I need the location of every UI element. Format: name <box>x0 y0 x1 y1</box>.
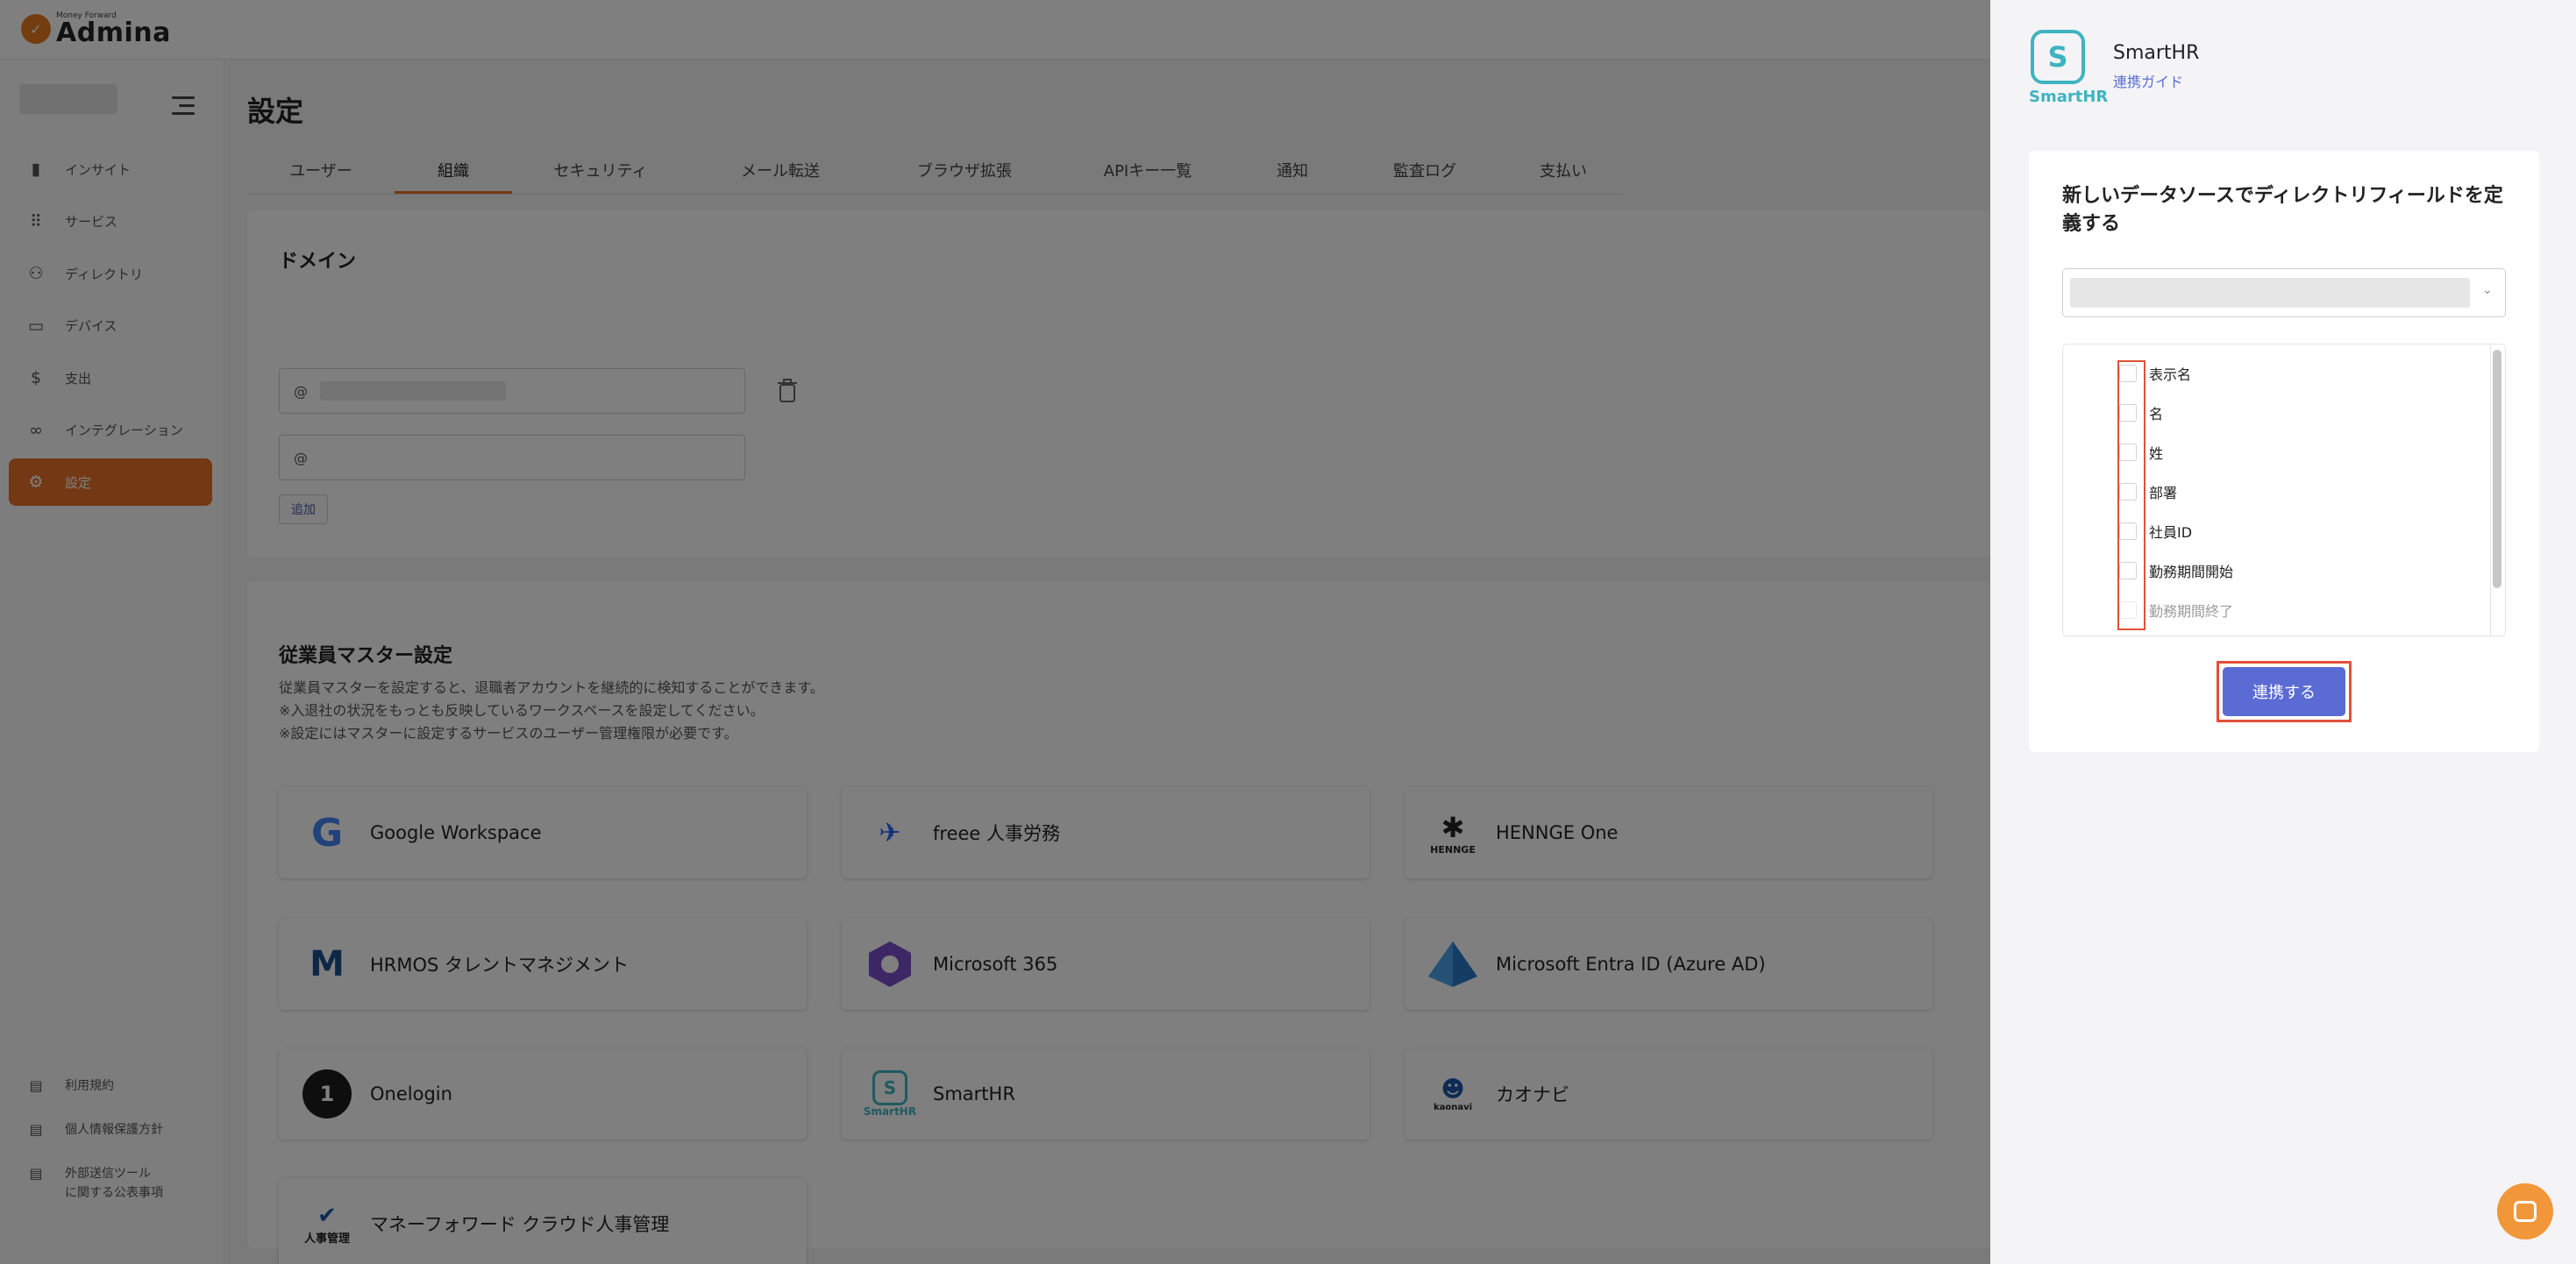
integration-drawer: S SmartHR SmartHR 連携ガイド 新しいデータソースでディレクトリ… <box>1990 0 2576 1264</box>
field-list: 表示名 名 姓 部署 社員ID 勤務期間開始 勤務期間終了 <box>2062 344 2506 636</box>
scrollbar[interactable] <box>2493 350 2501 588</box>
field-label: 勤務期間終了 <box>2149 603 2234 620</box>
connect-button-highlight: 連携する <box>2217 661 2352 722</box>
field-label: 社員ID <box>2149 524 2193 541</box>
connect-button[interactable]: 連携する <box>2223 667 2345 716</box>
data-source-select[interactable]: ⌄ <box>2062 268 2506 317</box>
field-label: 勤務期間開始 <box>2149 564 2234 580</box>
masked-select-value <box>2070 278 2470 308</box>
field-label: 名 <box>2149 406 2164 423</box>
smarthr-logo-icon: S SmartHR <box>2029 30 2109 106</box>
logo-text: SmartHR <box>2029 88 2109 106</box>
chat-icon[interactable] <box>2497 1183 2553 1239</box>
chevron-down-icon: ⌄ <box>2482 283 2493 297</box>
checkbox-highlight <box>2117 360 2145 630</box>
modal-overlay[interactable] <box>0 0 1990 1264</box>
field-label: 姓 <box>2149 445 2164 462</box>
scrollbar-track <box>2490 344 2491 636</box>
directory-field-card: 新しいデータソースでディレクトリフィールドを定義する ⌄ 表示名 名 姓 部署 <box>2029 151 2539 752</box>
integration-guide-link[interactable]: 連携ガイド <box>2113 70 2183 91</box>
drawer-title: SmartHR <box>2113 42 2200 64</box>
field-label: 表示名 <box>2149 366 2192 383</box>
drawer-heading: 新しいデータソースでディレクトリフィールドを定義する <box>2062 185 2503 235</box>
field-label: 部署 <box>2149 485 2178 501</box>
